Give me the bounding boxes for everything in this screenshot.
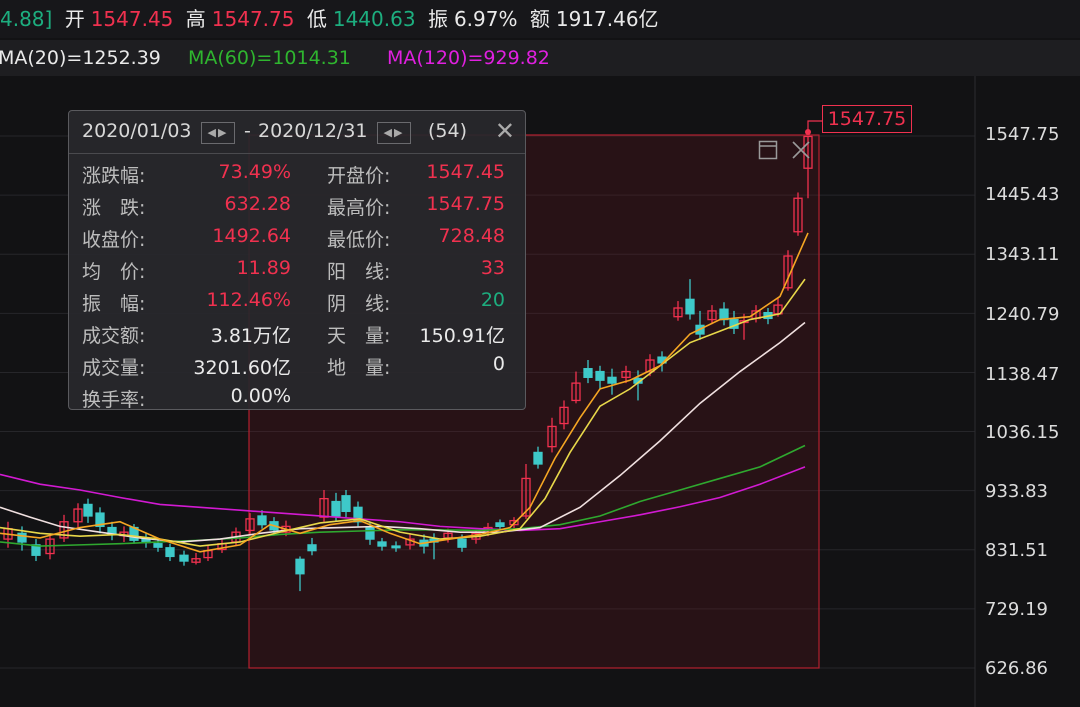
ma120-legend: MA(120)=929.82 bbox=[387, 47, 550, 69]
stats-row: 换手率: 0.00% bbox=[69, 385, 525, 416]
candle-body bbox=[295, 558, 305, 575]
candle-body bbox=[153, 543, 163, 548]
ma-legend: MA(20)=1252.39 MA(60)=1014.31 MA(120)=92… bbox=[0, 40, 1080, 76]
up-bars-label: 阳 线: bbox=[327, 261, 391, 283]
change-pct-label: 涨跌幅: bbox=[82, 165, 146, 187]
open-price-value: 1547.45 bbox=[426, 161, 505, 183]
candle-body bbox=[83, 503, 93, 517]
high-label: 高 bbox=[185, 7, 206, 31]
candle-body bbox=[341, 495, 351, 513]
candle-body bbox=[607, 376, 617, 384]
amplitude-label: 振 幅: bbox=[82, 293, 146, 315]
low-price-value: 728.48 bbox=[438, 225, 505, 247]
close-price-value: 1492.64 bbox=[212, 225, 291, 247]
low-value: 1440.63 bbox=[332, 7, 416, 31]
amount-label: 额 bbox=[529, 7, 550, 31]
turnover-amount-value: 3.81万亿 bbox=[210, 325, 291, 347]
change-label: 涨 跌: bbox=[82, 197, 146, 219]
amplitude-label: 振 bbox=[427, 7, 448, 31]
change-value: 632.28 bbox=[224, 193, 291, 215]
low-price-label: 最低价: bbox=[327, 229, 391, 251]
close-icon[interactable]: ✕ bbox=[495, 117, 515, 145]
axis-tick: 1445.43 bbox=[985, 184, 1060, 205]
max-volume-label: 天 量: bbox=[327, 325, 391, 347]
axis-tick: 729.19 bbox=[985, 599, 1048, 620]
open-price-label: 开盘价: bbox=[327, 165, 391, 187]
turnover-rate-value: 0.00% bbox=[230, 385, 291, 407]
axis-tick: 1036.15 bbox=[985, 422, 1060, 443]
axis-tick: 1240.79 bbox=[985, 304, 1060, 325]
high-value: 1547.75 bbox=[211, 7, 295, 31]
bar-count: (54) bbox=[428, 120, 468, 142]
high-price-label: 最高价: bbox=[327, 197, 391, 219]
avg-price-value: 11.89 bbox=[236, 257, 291, 279]
low-label: 低 bbox=[306, 7, 327, 31]
close-price-label: 收盘价: bbox=[82, 229, 146, 251]
candle-body bbox=[179, 554, 189, 562]
range-start-date: 2020/01/03 bbox=[82, 120, 192, 142]
end-date-stepper[interactable]: ◀▶ bbox=[377, 122, 411, 144]
candle-body bbox=[533, 451, 543, 465]
change-pct-value: 73.49% bbox=[218, 161, 291, 183]
axis-tick: 1343.11 bbox=[985, 244, 1060, 265]
candle-body bbox=[583, 368, 593, 378]
stats-row: 涨跌幅: 73.49% 开盘价: 1547.45 bbox=[69, 161, 525, 192]
range-end-date: 2020/12/31 bbox=[258, 120, 368, 142]
min-volume-value: 0 bbox=[492, 353, 505, 375]
candle-body bbox=[331, 500, 341, 517]
stats-row: 涨 跌: 632.28 最高价: 1547.75 bbox=[69, 193, 525, 224]
open-label: 开 bbox=[64, 7, 85, 31]
axis-tick: 933.83 bbox=[985, 481, 1048, 502]
candle-body bbox=[719, 308, 729, 321]
prev-close-value: 4.88] bbox=[0, 7, 53, 31]
stats-row: 成交量: 3201.60亿 地 量: 0 bbox=[69, 353, 525, 384]
up-bars-value: 33 bbox=[480, 257, 505, 279]
stats-row: 振 幅: 112.46% 阴 线: 20 bbox=[69, 289, 525, 320]
candle-body bbox=[165, 547, 175, 558]
window-icon[interactable] bbox=[758, 140, 778, 164]
candle-body bbox=[377, 541, 387, 547]
axis-tick: 626.86 bbox=[985, 658, 1048, 679]
stats-row: 均 价: 11.89 阳 线: 33 bbox=[69, 257, 525, 288]
candle-body bbox=[457, 538, 467, 548]
max-volume-value: 150.91亿 bbox=[419, 325, 505, 347]
open-value: 1547.45 bbox=[90, 7, 174, 31]
turnover-rate-label: 换手率: bbox=[82, 389, 146, 411]
volume-label: 成交量: bbox=[82, 357, 146, 379]
down-bars-label: 阴 线: bbox=[327, 293, 391, 315]
min-volume-label: 地 量: bbox=[327, 357, 391, 379]
candle-body bbox=[257, 515, 267, 526]
high-price-value: 1547.75 bbox=[426, 193, 505, 215]
candle-body bbox=[595, 370, 605, 381]
candle-body bbox=[365, 526, 375, 540]
candle-body bbox=[307, 544, 317, 552]
volume-value: 3201.60亿 bbox=[193, 357, 291, 379]
candle-body bbox=[495, 522, 505, 528]
axis-tick: 1138.47 bbox=[985, 364, 1060, 385]
ma60-legend: MA(60)=1014.31 bbox=[188, 47, 351, 69]
range-header: 2020/01/03 ◀▶ - 2020/12/31 ◀▶ (54) ✕ bbox=[69, 111, 525, 154]
range-stats-panel: 2020/01/03 ◀▶ - 2020/12/31 ◀▶ (54) ✕ 涨跌幅… bbox=[68, 110, 526, 411]
axis-tick: 831.51 bbox=[985, 540, 1048, 561]
candle-body bbox=[685, 298, 695, 315]
down-bars-value: 20 bbox=[480, 289, 505, 311]
stats-row: 成交额: 3.81万亿 天 量: 150.91亿 bbox=[69, 321, 525, 352]
ma20-legend: MA(20)=1252.39 bbox=[0, 47, 161, 69]
quote-header: 4.88] 开 1547.45 高 1547.75 低 1440.63 振 6.97% … bbox=[0, 0, 1080, 38]
candle-body bbox=[17, 532, 27, 543]
stats-row: 收盘价: 1492.64 最低价: 728.48 bbox=[69, 225, 525, 256]
turnover-amount-label: 成交额: bbox=[82, 325, 146, 347]
axis-tick: 1547.75 bbox=[985, 124, 1060, 145]
current-price-tag: 1547.75 bbox=[822, 105, 912, 133]
amplitude-value: 112.46% bbox=[206, 289, 291, 311]
amount-value: 1917.46亿 bbox=[555, 7, 659, 31]
close-icon[interactable] bbox=[791, 140, 811, 164]
avg-price-label: 均 价: bbox=[82, 261, 146, 283]
amplitude-value: 6.97% bbox=[453, 7, 518, 31]
range-separator: - bbox=[244, 120, 251, 142]
candle-body bbox=[391, 545, 401, 549]
start-date-stepper[interactable]: ◀▶ bbox=[201, 122, 235, 144]
